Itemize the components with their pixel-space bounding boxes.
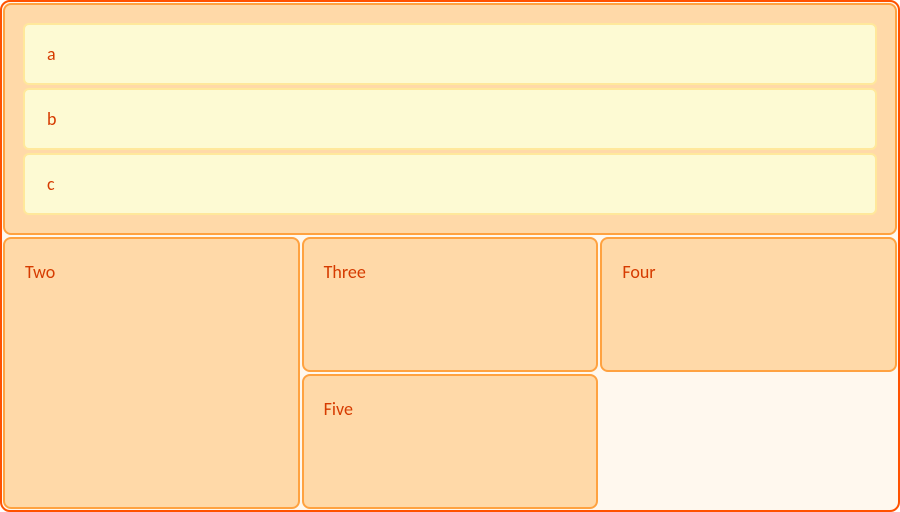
cell-label: Four <box>622 261 655 283</box>
cell-one-list: a b c <box>23 23 877 215</box>
list-item-label: b <box>47 108 56 130</box>
cell-one: a b c <box>3 3 897 235</box>
cell-four: Four <box>600 237 897 372</box>
cell-label: Two <box>25 261 55 283</box>
cell-five: Five <box>302 374 599 509</box>
cell-label: Three <box>324 261 366 283</box>
cell-label: Five <box>324 398 353 420</box>
list-item: a <box>23 23 877 85</box>
cell-three: Three <box>302 237 599 372</box>
cell-two: Two <box>3 237 300 509</box>
grid-root: a b c Two Three Four Five <box>0 0 900 512</box>
list-item-label: c <box>47 173 55 195</box>
list-item-label: a <box>47 43 56 65</box>
list-item: c <box>23 153 877 215</box>
list-item: b <box>23 88 877 150</box>
